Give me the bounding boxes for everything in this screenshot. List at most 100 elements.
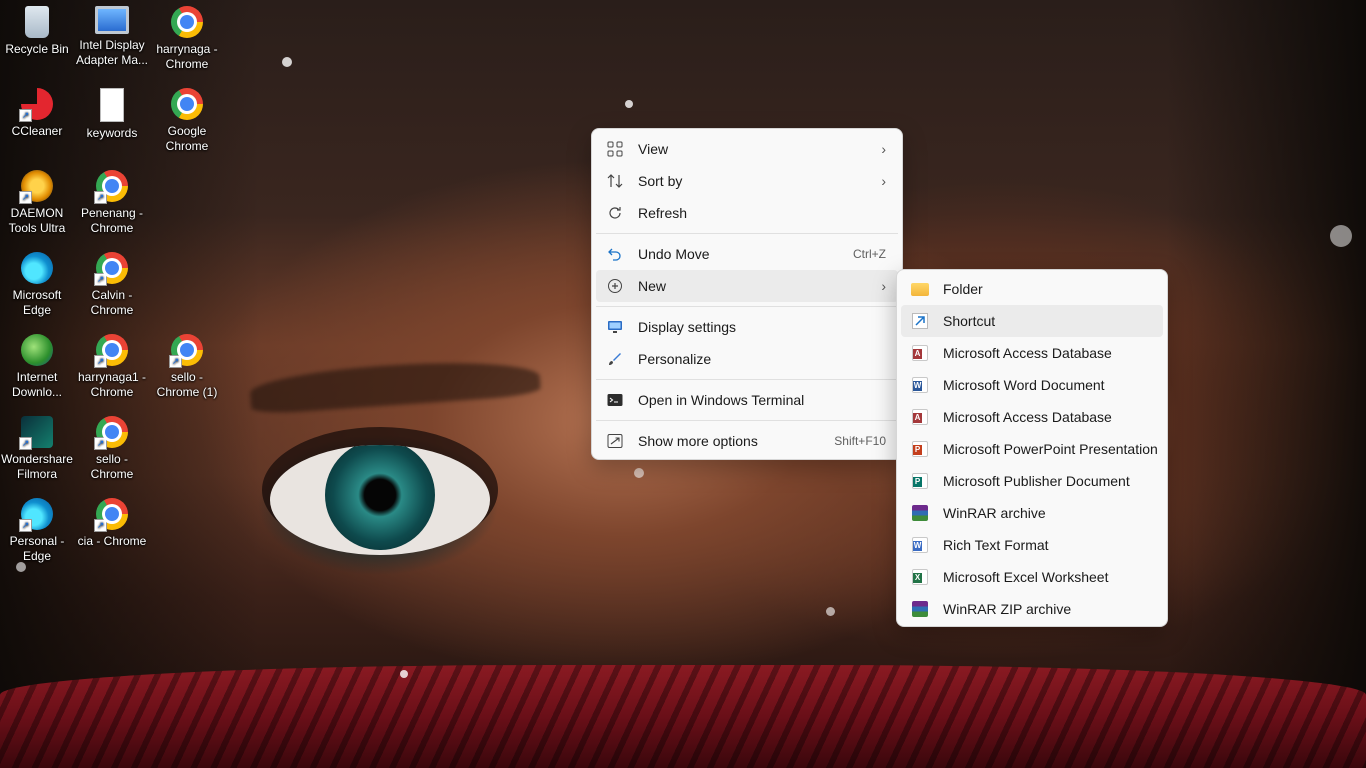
snowflake [1330, 225, 1352, 247]
edge-icon [21, 252, 53, 284]
desktop-icon-label: keywords [86, 126, 138, 140]
new-excel-worksheet[interactable]: X Microsoft Excel Worksheet [901, 561, 1163, 593]
excel-icon: X [911, 568, 929, 586]
chevron-right-icon: › [881, 141, 886, 157]
menu-separator [596, 379, 898, 380]
edge-icon: ↗ [19, 498, 53, 532]
monitor-icon [95, 6, 129, 34]
shortcut-arrow-icon: ↗ [94, 519, 107, 532]
chevron-right-icon: › [881, 173, 886, 189]
desktop-icon-harrynaga1-chrome[interactable]: ↗ harrynaga1 - Chrome [75, 334, 149, 400]
shortcut-arrow-icon: ↗ [169, 355, 182, 368]
new-word-document[interactable]: W Microsoft Word Document [901, 369, 1163, 401]
menu-item-show-more-options[interactable]: Show more options Shift+F10 [596, 425, 898, 457]
show-more-options-icon [606, 432, 624, 450]
desktop-icon-google-chrome[interactable]: Google Chrome [150, 88, 224, 154]
menu-item-undo-move[interactable]: Undo Move Ctrl+Z [596, 238, 898, 270]
submenu-item-label: Microsoft PowerPoint Presentation [943, 441, 1158, 457]
snowflake [634, 468, 644, 478]
menu-item-sort-by[interactable]: Sort by › [596, 165, 898, 197]
recycle-bin-icon [25, 6, 49, 38]
chrome-icon: ↗ [94, 252, 128, 286]
menu-item-label: New [638, 278, 667, 294]
new-access-database[interactable]: A Microsoft Access Database [901, 337, 1163, 369]
menu-item-new[interactable]: New › [596, 270, 898, 302]
menu-item-label: View [638, 141, 669, 157]
menu-item-personalize[interactable]: Personalize [596, 343, 898, 375]
wallpaper-scarf [0, 665, 1366, 768]
desktop-icon-sello-chrome[interactable]: ↗ sello - Chrome [75, 416, 149, 482]
snowflake [826, 607, 835, 616]
submenu-item-label: Microsoft Word Document [943, 377, 1105, 393]
chrome-icon: ↗ [94, 334, 128, 368]
desktop-icon-ccleaner[interactable]: ↗ CCleaner [0, 88, 74, 139]
paintbrush-icon [606, 350, 624, 368]
desktop-icon-label: Internet Downlo... [11, 370, 63, 399]
desktop-icon-label: Microsoft Edge [12, 288, 62, 317]
menu-item-refresh[interactable]: Refresh [596, 197, 898, 229]
menu-item-view[interactable]: View › [596, 133, 898, 165]
desktop-context-menu: View › Sort by › Refresh Undo Move Ctrl+… [591, 128, 903, 460]
desktop-icon-label: sello - Chrome (1) [156, 370, 218, 399]
desktop-icon-label: Wondershare Filmora [1, 452, 73, 481]
desktop-icon-label: Penenang - Chrome [80, 206, 144, 235]
desktop-icon-label: CCleaner [11, 124, 63, 138]
winrar-zip-icon [911, 600, 929, 618]
menu-item-open-terminal[interactable]: Open in Windows Terminal [596, 384, 898, 416]
desktop-icon-label: harrynaga - Chrome [156, 42, 218, 71]
grid-view-icon [606, 140, 624, 158]
access-icon: A [911, 408, 929, 426]
menu-item-label: Sort by [638, 173, 683, 189]
chevron-right-icon: › [881, 278, 886, 294]
menu-separator [596, 420, 898, 421]
new-access-database-2[interactable]: A Microsoft Access Database [901, 401, 1163, 433]
new-powerpoint-presentation[interactable]: P Microsoft PowerPoint Presentation [901, 433, 1163, 465]
desktop-icon-label: Google Chrome [165, 124, 209, 153]
submenu-item-label: WinRAR archive [943, 505, 1046, 521]
desktop-icon-sello-chrome-1[interactable]: ↗ sello - Chrome (1) [150, 334, 224, 400]
desktop-icon-recycle-bin[interactable]: Recycle Bin [0, 6, 74, 57]
chrome-icon: ↗ [169, 334, 203, 368]
wallpaper-iris [325, 445, 435, 550]
desktop-icon-penenang-chrome[interactable]: ↗ Penenang - Chrome [75, 170, 149, 236]
desktop-icon-internet-download-manager[interactable]: Internet Downlo... [0, 334, 74, 400]
desktop-icon-daemon-tools[interactable]: ↗ DAEMON Tools Ultra [0, 170, 74, 236]
menu-item-label: Open in Windows Terminal [638, 392, 805, 408]
desktop-icon-calvin-chrome[interactable]: ↗ Calvin - Chrome [75, 252, 149, 318]
desktop-icon-wondershare-filmora[interactable]: ↗ Wondershare Filmora [0, 416, 74, 482]
desktop-icon-harrynaga-chrome[interactable]: harrynaga - Chrome [150, 6, 224, 72]
shortcut-arrow-icon: ↗ [94, 355, 107, 368]
chrome-icon: ↗ [94, 416, 128, 450]
refresh-icon [606, 204, 624, 222]
new-shortcut[interactable]: Shortcut [901, 305, 1163, 337]
shortcut-arrow-icon: ↗ [19, 437, 32, 450]
plus-circle-icon [606, 277, 624, 295]
new-folder[interactable]: Folder [901, 273, 1163, 305]
new-rich-text-format[interactable]: W Rich Text Format [901, 529, 1163, 561]
desktop-icon-label: Intel Display Adapter Ma... [75, 38, 149, 67]
sort-icon [606, 172, 624, 190]
access-icon: A [911, 344, 929, 362]
chrome-icon: ↗ [94, 498, 128, 532]
new-winrar-zip-archive[interactable]: WinRAR ZIP archive [901, 593, 1163, 625]
new-publisher-document[interactable]: P Microsoft Publisher Document [901, 465, 1163, 497]
wallpaper-brow [248, 354, 542, 416]
winrar-icon [911, 504, 929, 522]
menu-separator [596, 306, 898, 307]
keyboard-shortcut: Ctrl+Z [853, 247, 886, 261]
submenu-item-label: Microsoft Access Database [943, 409, 1112, 425]
snowflake [400, 670, 408, 678]
desktop-icon-label: harrynaga1 - Chrome [77, 370, 147, 399]
submenu-item-label: Folder [943, 281, 983, 297]
desktop-icon-intel-display[interactable]: Intel Display Adapter Ma... [75, 6, 149, 68]
desktop-icon-microsoft-edge[interactable]: Microsoft Edge [0, 252, 74, 318]
shortcut-arrow-icon: ↗ [19, 191, 32, 204]
desktop-icon-label: Recycle Bin [5, 42, 69, 56]
desktop-icon-cia-chrome[interactable]: ↗ cia - Chrome [75, 498, 149, 549]
new-winrar-archive[interactable]: WinRAR archive [901, 497, 1163, 529]
filmora-icon: ↗ [19, 416, 53, 450]
desktop-icon-personal-edge[interactable]: ↗ Personal - Edge [0, 498, 74, 564]
desktop-icon-keywords[interactable]: keywords [75, 88, 149, 141]
menu-item-label: Refresh [638, 205, 688, 221]
menu-item-display-settings[interactable]: Display settings [596, 311, 898, 343]
